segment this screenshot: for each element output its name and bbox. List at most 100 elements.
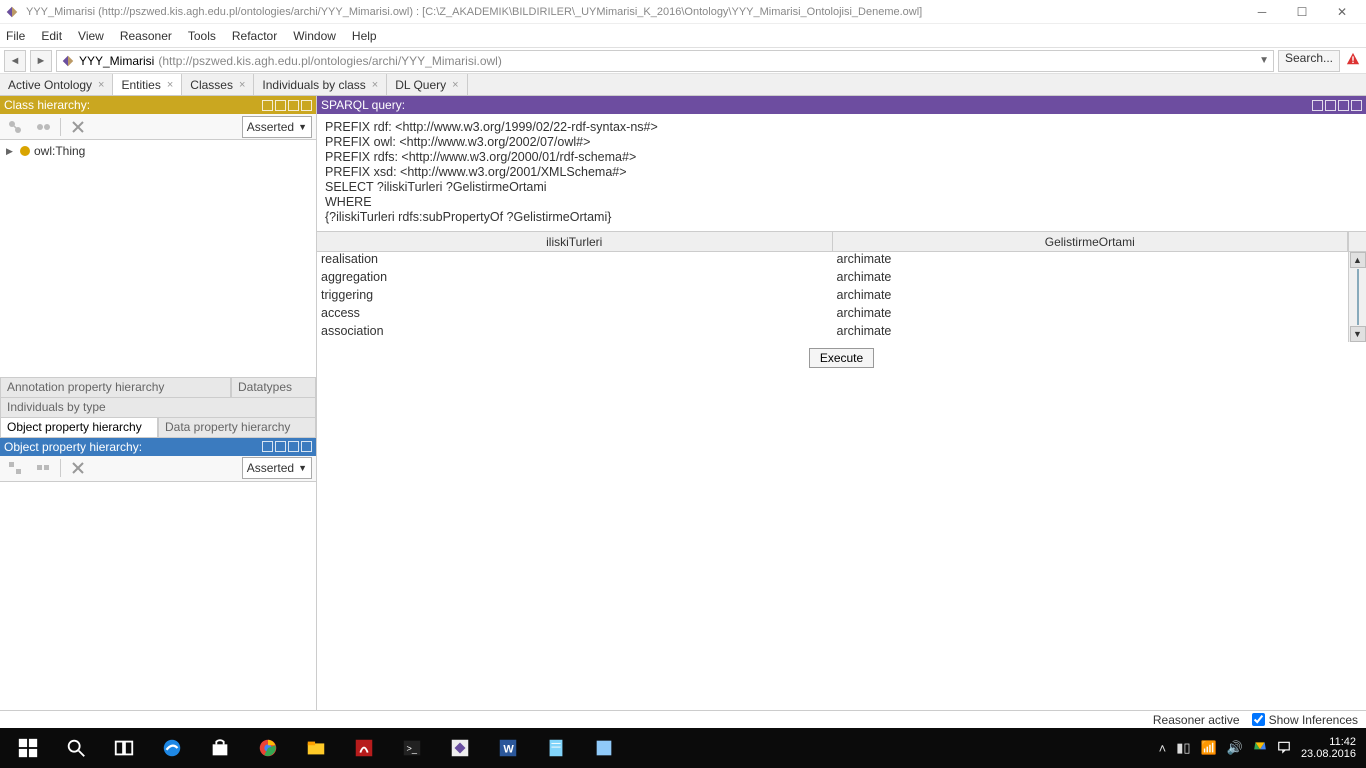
taskbar-app-store[interactable] [196,728,244,768]
show-inferences-checkbox[interactable]: Show Inferences [1252,713,1358,727]
close-icon[interactable]: × [372,79,378,91]
panel-view-icon[interactable] [275,441,286,452]
stack-tab-annotation-property[interactable]: Annotation property hierarchy [0,378,231,398]
view-mode-dropdown[interactable]: Asserted ▼ [242,116,312,138]
results-vertical-scrollbar[interactable]: ▲ ▼ [1348,252,1366,342]
panel-view-icon[interactable] [288,100,299,111]
maximize-button[interactable]: ☐ [1282,0,1322,24]
show-inferences-input[interactable] [1252,713,1265,726]
add-subclass-button[interactable] [4,116,26,138]
taskbar-app-notepad[interactable] [532,728,580,768]
panel-view-icon[interactable] [262,100,273,111]
query-line: PREFIX owl: <http://www.w3.org/2002/07/o… [325,135,1358,150]
tray-battery-icon[interactable]: ▮▯ [1176,740,1190,756]
panel-view-icon[interactable] [301,441,312,452]
taskbar-app-explorer[interactable] [292,728,340,768]
object-property-tree[interactable] [0,482,316,711]
table-row[interactable]: accessarchimate [317,306,1348,324]
expand-icon[interactable]: ▶ [6,146,16,157]
column-header[interactable]: iliskiTurleri [317,232,833,251]
tray-network-icon[interactable]: 📶 [1201,740,1217,756]
menu-file[interactable]: File [6,29,25,43]
menu-edit[interactable]: Edit [41,29,62,43]
main-area: Class hierarchy: Asserted ▼ [0,96,1366,710]
address-dropdown-icon[interactable]: ▼ [1259,55,1269,66]
task-view-icon[interactable] [100,728,148,768]
clock-date: 23.08.2016 [1301,748,1356,760]
column-header[interactable]: GelistirmeOrtami [833,232,1349,251]
panel-title-text: Object property hierarchy: [4,440,142,454]
minimize-button[interactable]: ─ [1242,0,1282,24]
taskbar-app-acrobat[interactable] [340,728,388,768]
menu-help[interactable]: Help [352,29,377,43]
panel-view-icon[interactable] [262,441,273,452]
close-icon[interactable]: × [452,79,458,91]
taskbar-app-misc[interactable] [580,728,628,768]
stack-tab-data-property[interactable]: Data property hierarchy [158,418,316,438]
table-row[interactable]: aggregationarchimate [317,270,1348,288]
taskbar-app-protege[interactable] [436,728,484,768]
svg-text:W: W [503,744,514,756]
taskbar-app-edge[interactable] [148,728,196,768]
search-button[interactable]: Search... [1278,50,1340,72]
table-row[interactable]: associationarchimate [317,324,1348,342]
chevron-down-icon: ▼ [298,463,307,473]
panel-view-icon[interactable] [1325,100,1336,111]
checkbox-label: Show Inferences [1269,713,1358,727]
tab-dl-query[interactable]: DL Query× [387,74,467,95]
stack-tab-individuals-by-type[interactable]: Individuals by type [0,398,316,418]
panel-view-icon[interactable] [1351,100,1362,111]
tab-individuals-by-class[interactable]: Individuals by class× [254,74,387,95]
menu-tools[interactable]: Tools [188,29,216,43]
close-icon[interactable]: × [167,79,173,91]
tray-chevron-up-icon[interactable]: ˄ [1159,741,1167,756]
scroll-down-button[interactable]: ▼ [1350,326,1366,342]
panel-view-icon[interactable] [275,100,286,111]
tab-active-ontology[interactable]: Active Ontology× [0,74,113,95]
start-button[interactable] [4,728,52,768]
menu-window[interactable]: Window [293,29,336,43]
tray-action-center-icon[interactable] [1277,740,1291,757]
scroll-thumb[interactable] [1357,269,1359,325]
panel-view-icon[interactable] [1338,100,1349,111]
tray-volume-icon[interactable]: 🔊 [1227,740,1243,756]
close-icon[interactable]: × [98,79,104,91]
menu-refactor[interactable]: Refactor [232,29,277,43]
add-subproperty-button[interactable] [4,457,26,479]
stack-tab-object-property[interactable]: Object property hierarchy [0,418,158,438]
panel-view-icon[interactable] [1312,100,1323,111]
menu-view[interactable]: View [78,29,104,43]
tab-entities[interactable]: Entities× [113,74,182,95]
add-sibling-property-button[interactable] [32,457,54,479]
close-button[interactable]: ✕ [1322,0,1362,24]
stack-tab-datatypes[interactable]: Datatypes [231,378,316,398]
delete-class-button[interactable] [67,116,89,138]
warning-icon[interactable] [1344,52,1362,69]
class-hierarchy-panel-title: Class hierarchy: [0,96,316,114]
search-icon[interactable] [52,728,100,768]
sparql-query-editor[interactable]: PREFIX rdf: <http://www.w3.org/1999/02/2… [317,114,1366,231]
scroll-up-button[interactable]: ▲ [1350,252,1366,268]
taskbar-app-cmd[interactable]: >_ [388,728,436,768]
view-mode-dropdown[interactable]: Asserted ▼ [242,457,312,479]
close-icon[interactable]: × [239,79,245,91]
menu-reasoner[interactable]: Reasoner [120,29,172,43]
taskbar-clock[interactable]: 11:42 23.08.2016 [1301,736,1356,760]
taskbar-app-chrome[interactable] [244,728,292,768]
nav-forward-button[interactable]: ► [30,50,52,72]
panel-view-icon[interactable] [301,100,312,111]
right-column: SPARQL query: PREFIX rdf: <http://www.w3… [317,96,1366,710]
delete-property-button[interactable] [67,457,89,479]
tab-classes[interactable]: Classes× [182,74,254,95]
add-sibling-button[interactable] [32,116,54,138]
execute-button[interactable]: Execute [809,348,874,368]
nav-back-button[interactable]: ◄ [4,50,26,72]
tray-drive-icon[interactable] [1253,740,1267,757]
table-row[interactable]: realisationarchimate [317,252,1348,270]
tree-row-owl-thing[interactable]: ▶ owl:Thing [6,144,310,158]
class-hierarchy-tree[interactable]: ▶ owl:Thing [0,140,316,377]
panel-view-icon[interactable] [288,441,299,452]
ontology-address-field[interactable]: YYY_Mimarisi (http://pszwed.kis.agh.edu.… [56,50,1274,72]
table-row[interactable]: triggeringarchimate [317,288,1348,306]
taskbar-app-word[interactable]: W [484,728,532,768]
